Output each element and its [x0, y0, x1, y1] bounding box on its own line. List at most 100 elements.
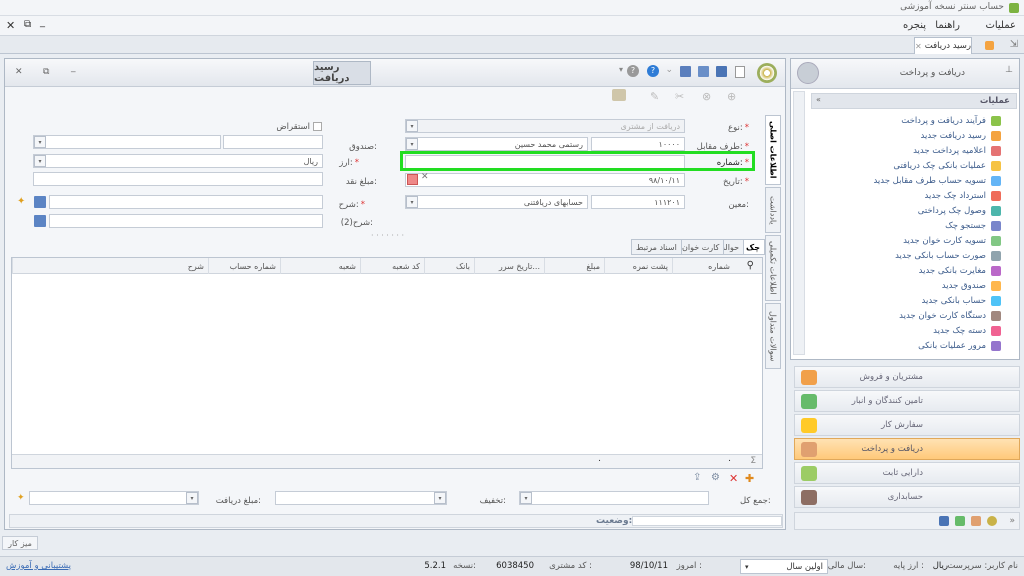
- add-row-icon[interactable]: ✚: [745, 472, 754, 485]
- module-icon-d[interactable]: [939, 516, 949, 526]
- side-item[interactable]: تسویه کارت خوان جدید: [903, 233, 1001, 248]
- side-item[interactable]: استرداد چک جدید: [925, 188, 1001, 203]
- discount-field[interactable]: [275, 491, 447, 505]
- help-icon[interactable]: ?: [647, 65, 659, 77]
- side-item[interactable]: وصول چک پرداختی: [918, 203, 1001, 218]
- side-item[interactable]: اعلامیه پرداخت جدید: [913, 143, 1001, 158]
- desc-input[interactable]: [49, 195, 323, 209]
- col-branch[interactable]: شعبه: [280, 258, 360, 274]
- side-item[interactable]: تسویه حساب طرف مقابل جدید: [873, 173, 1001, 188]
- fund-select[interactable]: [33, 135, 221, 149]
- fund-dropdown-icon[interactable]: ▾: [34, 136, 46, 148]
- cancel-icon[interactable]: ⊗: [702, 90, 711, 103]
- type-dropdown-icon[interactable]: ▾: [406, 120, 418, 132]
- type-select[interactable]: دریافت از مشتری: [405, 119, 685, 133]
- desc2-save-icon[interactable]: [34, 215, 46, 227]
- form-minimize-icon[interactable]: _: [71, 63, 76, 73]
- expand-icon[interactable]: ⌄: [665, 65, 673, 75]
- grid-search-icon[interactable]: ⚲: [747, 260, 754, 271]
- category-button[interactable]: دریافت و پرداخت: [794, 438, 1020, 460]
- side-item[interactable]: جستجو چک: [945, 218, 1001, 233]
- calendar-icon[interactable]: [407, 174, 418, 185]
- form-restore-icon[interactable]: ⧉: [43, 67, 49, 77]
- side-scrollbar[interactable]: [793, 91, 805, 355]
- checks-grid[interactable]: ⚲ شماره پشت نمره مبلغ تاریخ سرر... بانک …: [11, 257, 763, 469]
- tab-receipt[interactable]: ✕ رسید دریافت: [914, 37, 972, 54]
- tab-related-docs[interactable]: اسناد مرتبط: [631, 239, 682, 255]
- col-bank[interactable]: بانک: [424, 258, 474, 274]
- counterparty-dropdown-icon[interactable]: ▾: [406, 138, 418, 150]
- vtab-main-info[interactable]: اطلاعات اصلی: [765, 115, 781, 185]
- fund-code-field[interactable]: [223, 135, 323, 149]
- splitter-handle[interactable]: · · · · · · ·: [371, 231, 404, 240]
- delete-icon[interactable]: ✂: [675, 90, 684, 103]
- received-dropdown-icon[interactable]: ▾: [186, 492, 198, 504]
- module-icon-c[interactable]: [955, 516, 965, 526]
- operations-section-header[interactable]: « عملیات: [811, 93, 1017, 109]
- total-field[interactable]: [519, 491, 709, 505]
- side-item[interactable]: صورت حساب بانکی جدید: [895, 248, 1001, 263]
- pin-icon[interactable]: ⊥: [1005, 65, 1013, 75]
- side-item[interactable]: دستگاه کارت خوان جدید: [899, 308, 1001, 323]
- module-config-icon[interactable]: »: [1009, 516, 1015, 526]
- discount-dropdown-icon[interactable]: ▾: [434, 492, 446, 504]
- col-account-number[interactable]: شماره حساب: [208, 258, 280, 274]
- cash-amount-input[interactable]: [33, 172, 323, 186]
- side-item[interactable]: عملیات بانکی چک دریافتی: [893, 158, 1001, 173]
- reverse-checkbox[interactable]: [313, 122, 322, 131]
- category-button[interactable]: مشتریان و فروش: [794, 366, 1020, 388]
- fiscal-year-select[interactable]: ▾ اولین سال: [740, 559, 828, 574]
- desc2-input[interactable]: [49, 214, 323, 228]
- col-amount[interactable]: مبلغ: [544, 258, 604, 274]
- side-item[interactable]: صندوق جدید: [942, 278, 1001, 293]
- category-button[interactable]: دارایی ثابت: [794, 462, 1020, 484]
- tab-card-reader[interactable]: کارت خوان: [677, 239, 725, 255]
- question-icon[interactable]: ?: [627, 65, 639, 77]
- restore-window-icon[interactable]: ⧉: [24, 19, 31, 30]
- vtab-notes[interactable]: یادداشت: [765, 187, 781, 233]
- remove-row-icon[interactable]: ✕: [729, 472, 738, 485]
- desc-lightbulb-icon[interactable]: ✦: [17, 196, 25, 207]
- new-document-icon[interactable]: [735, 66, 745, 78]
- module-icon-a[interactable]: [987, 516, 997, 526]
- form-close-icon[interactable]: ✕: [15, 67, 23, 77]
- side-item[interactable]: مرور عملیات بانکی: [918, 338, 1001, 353]
- save-close-icon[interactable]: [680, 66, 691, 77]
- moein-dropdown-icon[interactable]: ▾: [406, 196, 418, 208]
- desc-save-icon[interactable]: [34, 196, 46, 208]
- save-icon[interactable]: [716, 66, 727, 77]
- tab-scroll-icon[interactable]: ⇲: [1010, 39, 1018, 50]
- currency-dropdown-icon[interactable]: ▾: [34, 155, 46, 167]
- module-icon-b[interactable]: [971, 516, 981, 526]
- edit-icon[interactable]: ✎: [650, 90, 659, 103]
- support-link[interactable]: پشتیبانی و آموزش: [6, 561, 71, 571]
- collapse-icon[interactable]: «: [816, 95, 821, 104]
- category-button[interactable]: حسابداری: [794, 486, 1020, 508]
- col-back-number[interactable]: پشت نمره: [604, 258, 672, 274]
- clear-date-icon[interactable]: ✕: [421, 172, 429, 182]
- col-due-date[interactable]: تاریخ سرر...: [474, 258, 544, 274]
- col-number[interactable]: شماره: [672, 258, 734, 274]
- menu-help[interactable]: راهنما: [935, 20, 960, 31]
- dropdown-arrow-icon[interactable]: ▾: [619, 65, 623, 74]
- print-icon[interactable]: [612, 89, 626, 101]
- vtab-extra-info[interactable]: اطلاعات تکمیلی: [765, 235, 781, 301]
- menu-operations[interactable]: عملیات: [985, 20, 1016, 31]
- tab-check[interactable]: چک: [741, 239, 765, 255]
- close-tab-icon[interactable]: ✕: [915, 42, 922, 51]
- side-item[interactable]: رسید دریافت جدید: [921, 128, 1001, 143]
- attach-icon[interactable]: ⊕: [727, 90, 736, 103]
- date-input[interactable]: ۹۸/۱۰/۱۱: [405, 173, 685, 187]
- category-button[interactable]: تامین کنندگان و انبار: [794, 390, 1020, 412]
- vtab-faq[interactable]: سوالات متداول: [765, 303, 781, 369]
- side-item[interactable]: حساب بانکی جدید: [922, 293, 1001, 308]
- grid-settings-icon[interactable]: ⚙: [711, 472, 720, 483]
- close-window-icon[interactable]: ✕: [6, 19, 15, 32]
- side-item[interactable]: دسته چک جدید: [933, 323, 1001, 338]
- counterparty-code-field[interactable]: ۱۰۰۰۰: [591, 137, 685, 151]
- currency-select[interactable]: ریال: [33, 154, 323, 168]
- grid-export-icon[interactable]: ⇪: [693, 472, 701, 483]
- moein-code-field[interactable]: ۱۱۱۲۰۱: [591, 195, 685, 209]
- col-description[interactable]: شرح: [12, 258, 208, 274]
- col-branch-code[interactable]: کد شعبه: [360, 258, 424, 274]
